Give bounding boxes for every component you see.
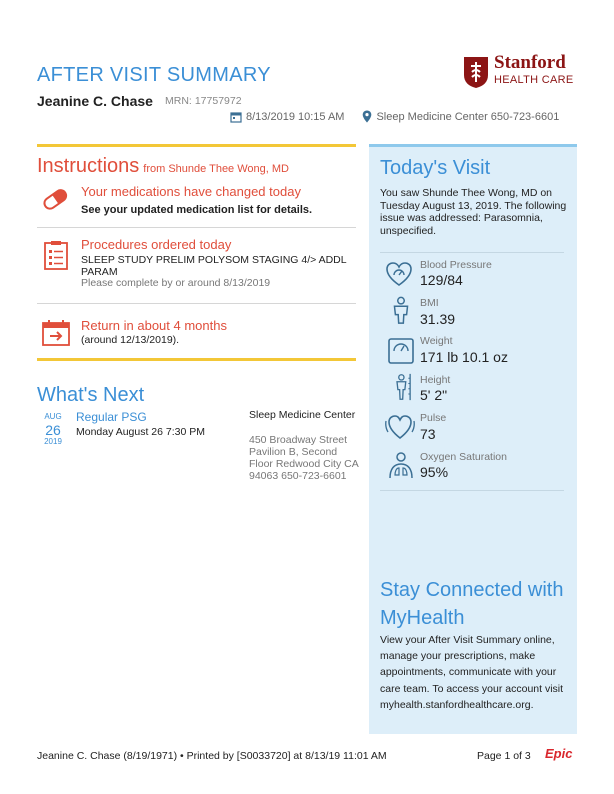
vital-value: 95% <box>420 464 449 480</box>
medications-changed-title: Your medications have changed today <box>81 184 301 199</box>
instructions-title: Instructions <box>37 155 140 177</box>
section-divider <box>37 144 356 147</box>
divider <box>37 227 356 228</box>
scale-icon <box>388 338 414 364</box>
vital-label: Oxygen Saturation <box>420 451 507 463</box>
instructions-heading: Instructions from Shunde Thee Wong, MD <box>37 155 289 178</box>
appointment-day: 26 <box>45 422 61 438</box>
calendar-icon <box>230 111 242 123</box>
clipboard-list-icon <box>44 241 68 270</box>
vital-value: 129/84 <box>420 272 463 288</box>
return-detail: (around 12/13/2019). <box>81 334 180 346</box>
appointment-year: 2019 <box>44 437 62 446</box>
vital-label: Pulse <box>420 412 447 424</box>
appointment-month: AUG <box>44 412 62 421</box>
vital-label: Weight <box>420 335 453 347</box>
vital-value: 5' 2" <box>420 387 448 403</box>
divider <box>37 303 356 304</box>
medications-changed-detail: See your updated medication list for det… <box>81 204 313 216</box>
stay-connected-text: View your After Visit Summary online, ma… <box>380 634 564 711</box>
todays-visit-title: Today's Visit <box>380 157 491 179</box>
calendar-return-icon <box>42 320 70 346</box>
appointment-address: 450 Broadway Street Pavilion B, Second F… <box>249 434 359 482</box>
pulse-heart-icon <box>385 415 415 440</box>
vital-value: 73 <box>420 426 436 442</box>
vital-value: 171 lb 10.1 oz <box>420 349 508 365</box>
visit-location: Sleep Medicine Center 650-723-6601 <box>376 110 560 123</box>
return-title: Return in about 4 months <box>81 318 227 333</box>
footer-print-info: Jeanine C. Chase (8/19/1971) • Printed b… <box>37 750 387 762</box>
height-ruler-icon <box>396 373 411 401</box>
procedure-name: SLEEP STUDY PRELIM POLYSOM STAGING 4/> A… <box>81 254 347 278</box>
procedures-ordered-title: Procedures ordered today <box>81 237 232 252</box>
procedure-note: Please complete by or around 8/13/2019 <box>81 277 271 289</box>
visit-meta: 8/13/2019 10:15 AM Sleep Medicine Center… <box>230 110 559 123</box>
logo-subtitle: HEALTH CARE <box>494 74 574 86</box>
logo-wordmark: Stanford <box>494 52 566 73</box>
divider <box>380 490 564 491</box>
appointment-name: Regular PSG <box>76 410 147 424</box>
patient-name: Jeanine C. Chase <box>37 93 153 109</box>
page-number: Page 1 of 3 <box>477 750 531 762</box>
mrn-label: MRN: <box>165 95 192 107</box>
appointment-location: Sleep Medicine Center <box>249 409 356 421</box>
stay-connected-title: Stay Connected with MyHealth <box>380 579 564 629</box>
vital-label: Blood Pressure <box>420 259 492 271</box>
instructions-provider: from Shunde Thee Wong, MD <box>143 163 289 175</box>
stanford-seal-icon <box>464 57 488 88</box>
lungs-person-icon <box>389 452 413 479</box>
heart-gauge-icon <box>386 262 412 286</box>
mrn-value: 17757972 <box>194 95 242 107</box>
visit-datetime: 8/13/2019 10:15 AM <box>246 110 345 123</box>
location-pin-icon <box>363 110 372 123</box>
vital-label: BMI <box>420 297 439 309</box>
divider <box>380 252 564 253</box>
whats-next-title: What's Next <box>37 384 145 406</box>
page-title: AFTER VISIT SUMMARY <box>37 64 271 86</box>
appointment-time: Monday August 26 7:30 PM <box>76 426 205 438</box>
pill-icon <box>43 189 68 210</box>
person-icon <box>393 296 409 324</box>
vital-value: 31.39 <box>420 311 456 327</box>
mrn: MRN: 17757972 <box>162 95 242 107</box>
vital-label: Height <box>420 374 451 386</box>
epic-logo: Epic <box>545 746 573 761</box>
todays-visit-summary: You saw Shunde Thee Wong, MD on Tuesday … <box>380 187 567 237</box>
section-divider <box>37 358 356 361</box>
